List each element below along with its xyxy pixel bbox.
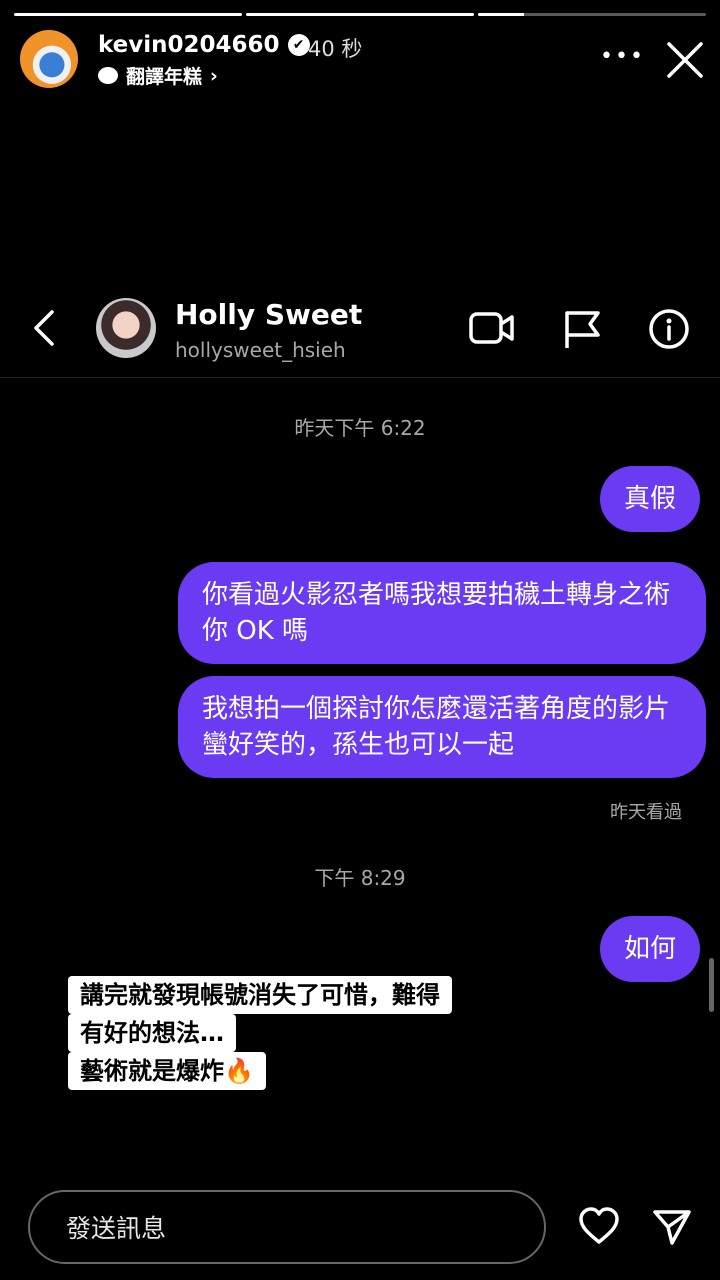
progress-fill xyxy=(478,13,524,16)
story-subtitle-text: 翻譯年糕 xyxy=(126,66,203,88)
back-icon[interactable] xyxy=(30,308,58,348)
caption-line: 講完就發現帳號消失了可惜，難得 xyxy=(68,976,452,1014)
scrollbar[interactable] xyxy=(709,958,714,1012)
chat-bubble-icon xyxy=(98,67,118,84)
video-call-icon[interactable] xyxy=(468,308,516,348)
message-timestamp: 下午 8:29 xyxy=(314,866,406,890)
message-timestamp: 昨天下午 6:22 xyxy=(294,416,426,440)
sent-message[interactable]: 我想拍一個探討你怎麼還活著角度的影片蠻好笑的，孫生也可以一起 xyxy=(178,676,706,778)
avatar[interactable] xyxy=(20,30,78,88)
progress-fill xyxy=(246,13,474,16)
sent-message[interactable]: 你看過火影忍者嗎我想要拍穢土轉身之術你 OK 嗎 xyxy=(178,562,706,664)
story-time: 40 秒 xyxy=(308,37,363,61)
chat-header: Holly Sweet hollysweet_hsieh xyxy=(0,294,720,378)
progress-fill xyxy=(14,13,242,16)
more-icon[interactable]: ••• xyxy=(600,44,645,69)
story-subtitle[interactable]: 翻譯年糕 › xyxy=(98,62,218,89)
story-progress xyxy=(14,13,706,16)
info-icon[interactable] xyxy=(648,308,690,350)
sent-message[interactable]: 如何 xyxy=(600,916,701,982)
close-icon[interactable] xyxy=(665,40,705,80)
send-icon[interactable] xyxy=(652,1208,692,1246)
progress-segment xyxy=(246,13,474,16)
verified-icon: ✔ xyxy=(287,34,310,56)
progress-segment xyxy=(14,13,242,16)
chevron-right-icon: › xyxy=(210,64,218,87)
sent-message[interactable]: 真假 xyxy=(600,466,701,532)
caption-line: 有好的想法… xyxy=(68,1014,236,1052)
progress-segment xyxy=(478,13,706,16)
story-username[interactable]: kevin0204660 xyxy=(98,32,280,58)
seen-status: 昨天看過 xyxy=(610,802,682,823)
message-composer xyxy=(28,1190,546,1264)
story-header: kevin0204660 ✔ 40 秒 翻譯年糕 › ••• xyxy=(20,30,710,90)
message-input[interactable] xyxy=(66,1210,506,1246)
story-username-row[interactable]: kevin0204660 ✔ xyxy=(98,32,310,58)
contact-handle: hollysweet_hsieh xyxy=(175,338,346,362)
caption-line: 藝術就是爆炸🔥 xyxy=(68,1052,266,1090)
heart-icon[interactable] xyxy=(578,1206,620,1246)
contact-avatar[interactable] xyxy=(96,298,156,358)
story-caption: 講完就發現帳號消失了可惜，難得 有好的想法… 藝術就是爆炸🔥 xyxy=(68,976,452,1090)
flag-icon[interactable] xyxy=(562,308,602,350)
contact-name[interactable]: Holly Sweet xyxy=(175,298,362,331)
